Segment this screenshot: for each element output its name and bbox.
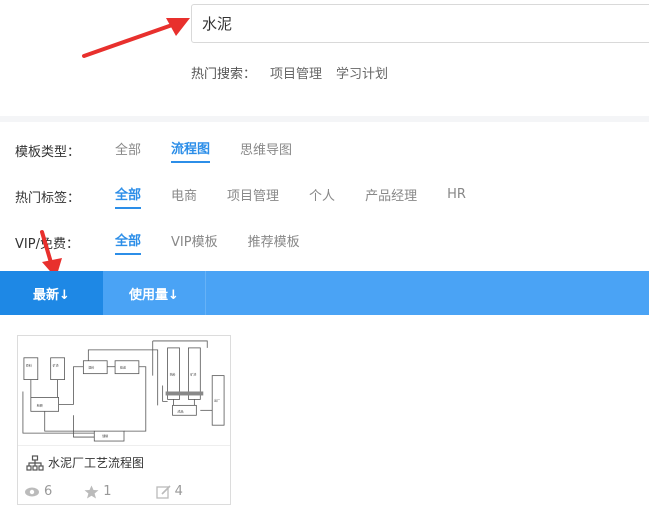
vip-option-recommended[interactable]: 推荐模板	[248, 231, 300, 254]
tag-option-personal[interactable]: 个人	[309, 185, 335, 208]
hot-search-label: 热门搜索：	[191, 67, 257, 82]
sort-bar: 最新↓ 使用量↓	[0, 271, 649, 315]
filter-option-mindmap[interactable]: 思维导图	[240, 139, 292, 162]
hot-search-link-project[interactable]: 项目管理	[270, 63, 322, 82]
filter-option-all[interactable]: 全部	[115, 139, 141, 162]
filter-label: 热门标签：	[15, 191, 81, 206]
results: 原料 矿渣 粉磨 混料 输送 储罐 熟料 矿渣 成品 出厂 水泥厂工艺流程图 6…	[0, 315, 649, 514]
svg-text:成品: 成品	[178, 408, 184, 413]
stars-count: 1	[103, 484, 112, 499]
vip-option-all[interactable]: 全部	[115, 230, 142, 255]
edits-count: 4	[174, 484, 183, 499]
card-title[interactable]: 水泥厂工艺流程图	[26, 454, 144, 471]
filter-row-template-type: 模板类型： 全部 流程图 思维导图	[15, 138, 322, 163]
tag-option-ecommerce[interactable]: 电商	[171, 185, 197, 208]
svg-text:矿渣: 矿渣	[53, 363, 59, 368]
tag-option-hr[interactable]: HR	[447, 187, 466, 206]
vip-option-vip[interactable]: VIP模板	[171, 231, 218, 254]
annotation-arrow-icon	[82, 18, 190, 58]
tag-option-project[interactable]: 项目管理	[227, 185, 279, 208]
tag-option-pm[interactable]: 产品经理	[365, 185, 417, 208]
hot-search: 热门搜索： 项目管理 学习计划	[191, 63, 388, 82]
svg-text:粉磨: 粉磨	[37, 402, 43, 407]
edit-icon	[155, 484, 171, 499]
edits-stat: 4	[155, 484, 183, 499]
svg-text:混料: 混料	[88, 365, 94, 370]
svg-text:出厂: 出厂	[214, 397, 220, 402]
card-title-text: 水泥厂工艺流程图	[48, 456, 145, 470]
svg-text:输送: 输送	[120, 365, 126, 370]
card-stats: 6 1 4	[24, 484, 209, 499]
divider	[0, 116, 649, 122]
filter-row-hot-tags: 热门标签： 全部 电商 项目管理 个人 产品经理 HR	[15, 184, 496, 209]
svg-text:储罐: 储罐	[102, 433, 108, 438]
views-stat: 6	[24, 484, 52, 499]
sort-usage-button[interactable]: 使用量↓	[103, 271, 206, 315]
filter-option-flowchart[interactable]: 流程图	[171, 138, 211, 163]
template-card[interactable]: 原料 矿渣 粉磨 混料 输送 储罐 熟料 矿渣 成品 出厂 水泥厂工艺流程图 6…	[17, 335, 231, 505]
svg-text:原料: 原料	[26, 363, 32, 368]
svg-text:矿渣: 矿渣	[190, 372, 196, 377]
star-icon	[84, 485, 99, 498]
template-thumbnail[interactable]: 原料 矿渣 粉磨 混料 输送 储罐 熟料 矿渣 成品 出厂	[18, 336, 230, 446]
hot-search-link-study[interactable]: 学习计划	[336, 63, 388, 82]
stars-stat: 1	[84, 484, 112, 499]
search-input[interactable]	[202, 14, 649, 33]
svg-text:熟料: 熟料	[170, 372, 176, 377]
search-box[interactable]	[191, 4, 649, 43]
eye-icon	[25, 487, 39, 496]
org-chart-icon	[26, 454, 44, 471]
sort-newest-button[interactable]: 最新↓	[0, 271, 103, 315]
tag-option-all[interactable]: 全部	[115, 184, 142, 209]
views-count: 6	[44, 484, 53, 499]
filter-label: 模板类型：	[15, 145, 81, 160]
